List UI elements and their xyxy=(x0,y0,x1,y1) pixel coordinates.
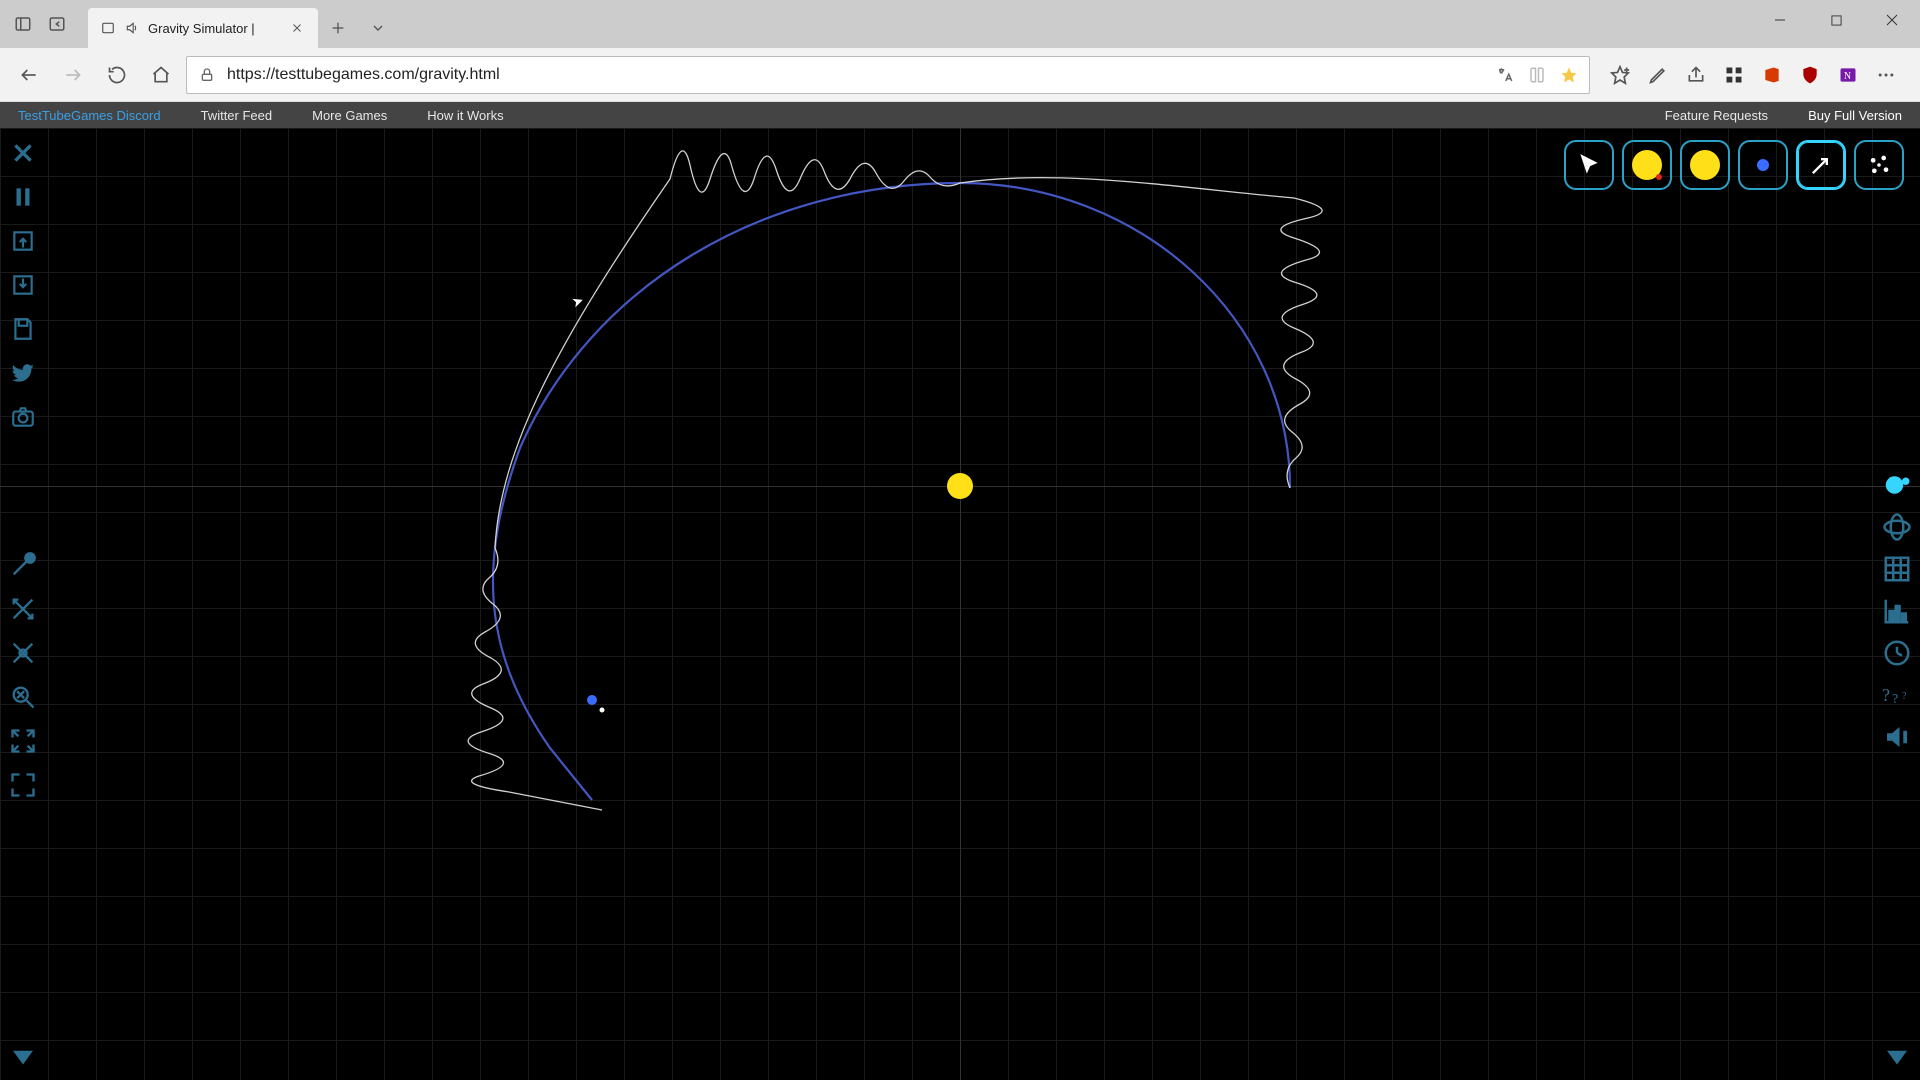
new-tab-button[interactable] xyxy=(318,8,358,48)
collision-off-icon[interactable] xyxy=(6,636,40,670)
menu-dots-icon[interactable] xyxy=(1874,63,1898,87)
graph-panel-icon[interactable] xyxy=(1880,594,1914,628)
notes-icon[interactable] xyxy=(1646,63,1670,87)
nav-twitter[interactable]: Twitter Feed xyxy=(201,108,273,123)
tool-launch[interactable] xyxy=(1796,140,1846,190)
left-toolbar-mid xyxy=(6,548,40,802)
zoom-reset-icon[interactable] xyxy=(6,680,40,714)
svg-text:?: ? xyxy=(1892,692,1898,707)
browser-tab[interactable]: Gravity Simulator | xyxy=(88,8,318,48)
clear-icon[interactable] xyxy=(6,136,40,170)
url-field-wrapper xyxy=(186,56,1590,94)
right-toolbar-bottom xyxy=(1880,1040,1914,1074)
tool-star[interactable] xyxy=(1680,140,1730,190)
left-toolbar-top xyxy=(6,136,40,434)
maximize-button[interactable] xyxy=(1808,0,1864,40)
tab-title: Gravity Simulator | xyxy=(148,21,280,36)
tool-palette xyxy=(1564,140,1904,190)
sound-panel-icon[interactable] xyxy=(1880,720,1914,754)
dropdown-left-icon[interactable] xyxy=(6,1040,40,1074)
expand-icon[interactable] xyxy=(6,768,40,802)
collapse-icon[interactable] xyxy=(6,724,40,758)
window-close-button[interactable] xyxy=(1864,0,1920,40)
tab-strip: Gravity Simulator | xyxy=(88,8,398,48)
svg-text:?: ? xyxy=(1882,685,1890,705)
tab-actions-left xyxy=(0,0,80,48)
nav-discord[interactable]: TestTubeGames Discord xyxy=(18,108,161,123)
crossing-icon[interactable] xyxy=(6,592,40,626)
central-star[interactable] xyxy=(947,473,973,499)
toolbar-extensions: N xyxy=(1596,63,1910,87)
orbiting-planet[interactable] xyxy=(587,695,597,705)
nav-how-it-works[interactable]: How it Works xyxy=(427,108,503,123)
help-panel-icon[interactable]: ??? xyxy=(1880,678,1914,712)
right-toolbar: ??? xyxy=(1880,468,1914,754)
reading-view-icon[interactable] xyxy=(1525,66,1549,84)
ublock-icon[interactable] xyxy=(1798,63,1822,87)
office-icon[interactable] xyxy=(1760,63,1784,87)
grid-panel-icon[interactable] xyxy=(1880,552,1914,586)
svg-text:N: N xyxy=(1844,71,1851,82)
orbit-panel-icon[interactable] xyxy=(1880,510,1914,544)
svg-text:?: ? xyxy=(1902,691,1907,702)
save-icon[interactable] xyxy=(6,312,40,346)
url-input[interactable] xyxy=(227,66,1485,84)
axis-vertical xyxy=(960,128,961,1080)
orbiting-moon[interactable] xyxy=(600,708,605,713)
back-button[interactable] xyxy=(10,56,48,94)
tab-close-icon[interactable] xyxy=(288,22,306,34)
dropdown-right-icon[interactable] xyxy=(1880,1040,1914,1074)
lock-icon[interactable] xyxy=(195,67,219,83)
translate-icon[interactable] xyxy=(1493,66,1517,84)
audio-icon[interactable] xyxy=(124,21,140,35)
clock-panel-icon[interactable] xyxy=(1880,636,1914,670)
browser-titlebar: Gravity Simulator | xyxy=(0,0,1920,48)
tool-planet[interactable] xyxy=(1738,140,1788,190)
onenote-icon[interactable]: N xyxy=(1836,63,1860,87)
export-icon[interactable] xyxy=(6,268,40,302)
tabs-dropdown-icon[interactable] xyxy=(358,8,398,48)
favorites-hub-icon[interactable] xyxy=(1608,63,1632,87)
tool-fixed-star[interactable] xyxy=(1622,140,1672,190)
bodies-panel-icon[interactable] xyxy=(1880,468,1914,502)
load-icon[interactable] xyxy=(6,224,40,258)
share-icon[interactable] xyxy=(1684,63,1708,87)
address-bar: N xyxy=(0,48,1920,102)
window-controls xyxy=(1752,0,1920,40)
home-button[interactable] xyxy=(142,56,180,94)
left-toolbar-bottom xyxy=(6,1040,40,1074)
nav-feature-requests[interactable]: Feature Requests xyxy=(1665,108,1768,123)
page-viewport: TestTubeGames Discord Twitter Feed More … xyxy=(0,102,1920,1080)
nav-more-games[interactable]: More Games xyxy=(312,108,387,123)
page-icon xyxy=(100,21,116,35)
forward-button[interactable] xyxy=(54,56,92,94)
add-body-icon[interactable] xyxy=(6,548,40,582)
extension-grid-icon[interactable] xyxy=(1722,63,1746,87)
twitter-icon[interactable] xyxy=(6,356,40,390)
tool-cluster[interactable] xyxy=(1854,140,1904,190)
refresh-button[interactable] xyxy=(98,56,136,94)
nav-buy-full[interactable]: Buy Full Version xyxy=(1808,108,1902,123)
minimize-button[interactable] xyxy=(1752,0,1808,40)
pause-icon[interactable] xyxy=(6,180,40,214)
camera-icon[interactable] xyxy=(6,400,40,434)
site-topnav: TestTubeGames Discord Twitter Feed More … xyxy=(0,102,1920,128)
tab-set-aside-icon[interactable] xyxy=(40,7,74,41)
favorite-star-icon[interactable] xyxy=(1557,66,1581,84)
tab-aside-icon[interactable] xyxy=(6,7,40,41)
simulation-canvas[interactable]: ➤ xyxy=(0,128,1920,1080)
tool-cursor[interactable] xyxy=(1564,140,1614,190)
